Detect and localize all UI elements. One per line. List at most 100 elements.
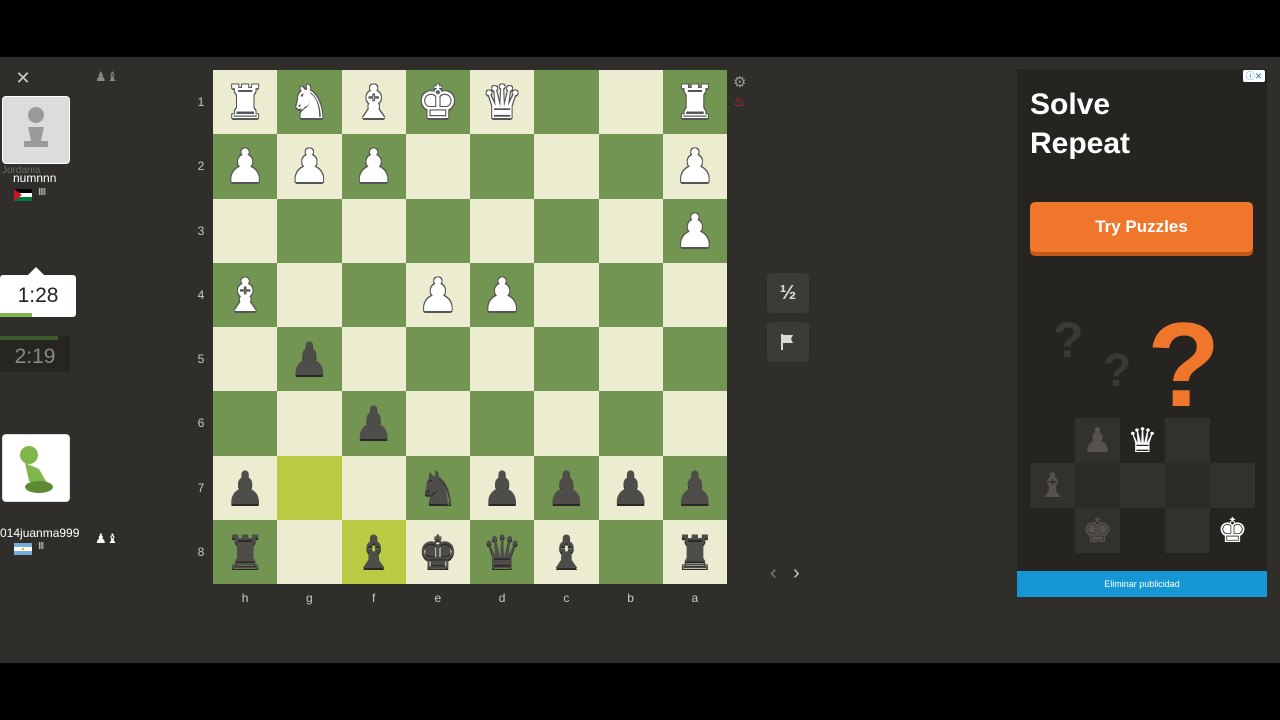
square-c3[interactable]	[534, 198, 599, 263]
white-pawn-icon[interactable]: ♟	[353, 143, 394, 189]
square-c5[interactable]	[534, 327, 599, 392]
square-a8[interactable]: ♜	[662, 519, 727, 584]
previous-move-button[interactable]: ‹	[770, 562, 777, 585]
square-f2[interactable]: ♟	[341, 134, 406, 199]
black-pawn-icon[interactable]: ♟	[674, 465, 715, 511]
black-pawn-icon[interactable]: ♟	[353, 400, 394, 446]
square-d6[interactable]	[470, 391, 535, 456]
square-f3[interactable]	[341, 198, 406, 263]
square-f7[interactable]	[341, 455, 406, 520]
square-b2[interactable]	[598, 134, 663, 199]
square-d8[interactable]: ♛	[470, 519, 535, 584]
square-a2[interactable]: ♟	[662, 134, 727, 199]
resign-button[interactable]	[767, 322, 809, 362]
white-king-icon[interactable]: ♚	[417, 79, 458, 125]
square-h4[interactable]: ♝	[213, 262, 278, 327]
square-b4[interactable]	[598, 262, 663, 327]
square-d1[interactable]: ♛	[470, 70, 535, 135]
square-d4[interactable]: ♟	[470, 262, 535, 327]
square-a3[interactable]: ♟	[662, 198, 727, 263]
square-e8[interactable]: ♚	[405, 519, 470, 584]
square-e1[interactable]: ♚	[405, 70, 470, 135]
square-c7[interactable]: ♟	[534, 455, 599, 520]
white-bishop-icon[interactable]: ♝	[225, 272, 266, 318]
square-b3[interactable]	[598, 198, 663, 263]
square-c2[interactable]	[534, 134, 599, 199]
white-rook-icon[interactable]: ♜	[674, 79, 715, 125]
square-c4[interactable]	[534, 262, 599, 327]
square-e2[interactable]	[405, 134, 470, 199]
bottom-player-avatar[interactable]	[2, 434, 70, 502]
square-c1[interactable]	[534, 70, 599, 135]
square-g8[interactable]	[277, 519, 342, 584]
try-puzzles-button[interactable]: Try Puzzles	[1030, 202, 1253, 252]
square-f6[interactable]: ♟	[341, 391, 406, 456]
close-icon[interactable]: ✕	[14, 69, 32, 87]
square-f5[interactable]	[341, 327, 406, 392]
black-rook-icon[interactable]: ♜	[674, 529, 715, 575]
black-knight-icon[interactable]: ♞	[417, 465, 458, 511]
square-d5[interactable]	[470, 327, 535, 392]
square-a6[interactable]	[662, 391, 727, 456]
square-g1[interactable]: ♞	[277, 70, 342, 135]
square-g5[interactable]: ♟	[277, 327, 342, 392]
white-pawn-icon[interactable]: ♟	[417, 272, 458, 318]
next-move-button[interactable]: ›	[793, 562, 800, 585]
puzzles-ad[interactable]: ⓘ✕ Solve Repeat Try Puzzles ? ? ? ♟ ♛ ♝ …	[1017, 69, 1267, 597]
offer-draw-button[interactable]: ½	[767, 273, 809, 313]
square-d2[interactable]	[470, 134, 535, 199]
square-a5[interactable]	[662, 327, 727, 392]
square-g4[interactable]	[277, 262, 342, 327]
square-b8[interactable]	[598, 519, 663, 584]
square-a1[interactable]: ♜	[662, 70, 727, 135]
square-d3[interactable]	[470, 198, 535, 263]
square-e5[interactable]	[405, 327, 470, 392]
ad-info-icon[interactable]: ⓘ✕	[1243, 70, 1265, 82]
square-b5[interactable]	[598, 327, 663, 392]
square-h1[interactable]: ♜	[213, 70, 278, 135]
square-h6[interactable]	[213, 391, 278, 456]
square-b6[interactable]	[598, 391, 663, 456]
square-e3[interactable]	[405, 198, 470, 263]
white-pawn-icon[interactable]: ♟	[674, 208, 715, 254]
top-player-username[interactable]: numnnn	[13, 171, 56, 185]
black-pawn-icon[interactable]: ♟	[482, 465, 523, 511]
bottom-player-username[interactable]: 014juanma999	[0, 526, 79, 540]
square-h3[interactable]	[213, 198, 278, 263]
square-g7[interactable]	[277, 455, 342, 520]
black-pawn-icon[interactable]: ♟	[289, 336, 330, 382]
white-pawn-icon[interactable]: ♟	[482, 272, 523, 318]
square-c6[interactable]	[534, 391, 599, 456]
chess-board[interactable]: ♜ ♞ ♝ ♚ ♛ ♜ ♟ ♟ ♟ ♟ ♟ ♝ ♟ ♟ ♟ ♟ ♟ ♞ ♟ ♟ ♟ ♟ ♜ ♝ ♚ ♛ ♝ ♜	[213, 70, 727, 584]
square-e4[interactable]: ♟	[405, 262, 470, 327]
gear-icon[interactable]: ⚙	[733, 73, 746, 91]
black-pawn-icon[interactable]: ♟	[225, 465, 266, 511]
black-bishop-icon[interactable]: ♝	[353, 529, 394, 575]
square-a7[interactable]: ♟	[662, 455, 727, 520]
square-e6[interactable]	[405, 391, 470, 456]
square-f1[interactable]: ♝	[341, 70, 406, 135]
square-d7[interactable]: ♟	[470, 455, 535, 520]
black-pawn-icon[interactable]: ♟	[546, 465, 587, 511]
white-rook-icon[interactable]: ♜	[225, 79, 266, 125]
square-g2[interactable]: ♟	[277, 134, 342, 199]
square-f8[interactable]: ♝	[341, 519, 406, 584]
square-b7[interactable]: ♟	[598, 455, 663, 520]
white-queen-icon[interactable]: ♛	[482, 79, 523, 125]
square-g3[interactable]	[277, 198, 342, 263]
black-rook-icon[interactable]: ♜	[225, 529, 266, 575]
white-pawn-icon[interactable]: ♟	[674, 143, 715, 189]
black-queen-icon[interactable]: ♛	[482, 529, 523, 575]
square-e7[interactable]: ♞	[405, 455, 470, 520]
black-bishop-icon[interactable]: ♝	[546, 529, 587, 575]
top-player-avatar[interactable]	[2, 96, 70, 164]
square-a4[interactable]	[662, 262, 727, 327]
white-pawn-icon[interactable]: ♟	[289, 143, 330, 189]
white-bishop-icon[interactable]: ♝	[353, 79, 394, 125]
square-h7[interactable]: ♟	[213, 455, 278, 520]
black-pawn-icon[interactable]: ♟	[610, 465, 651, 511]
square-b1[interactable]	[598, 70, 663, 135]
white-pawn-icon[interactable]: ♟	[225, 143, 266, 189]
square-h2[interactable]: ♟	[213, 134, 278, 199]
fire-icon[interactable]: ♨	[733, 93, 746, 110]
